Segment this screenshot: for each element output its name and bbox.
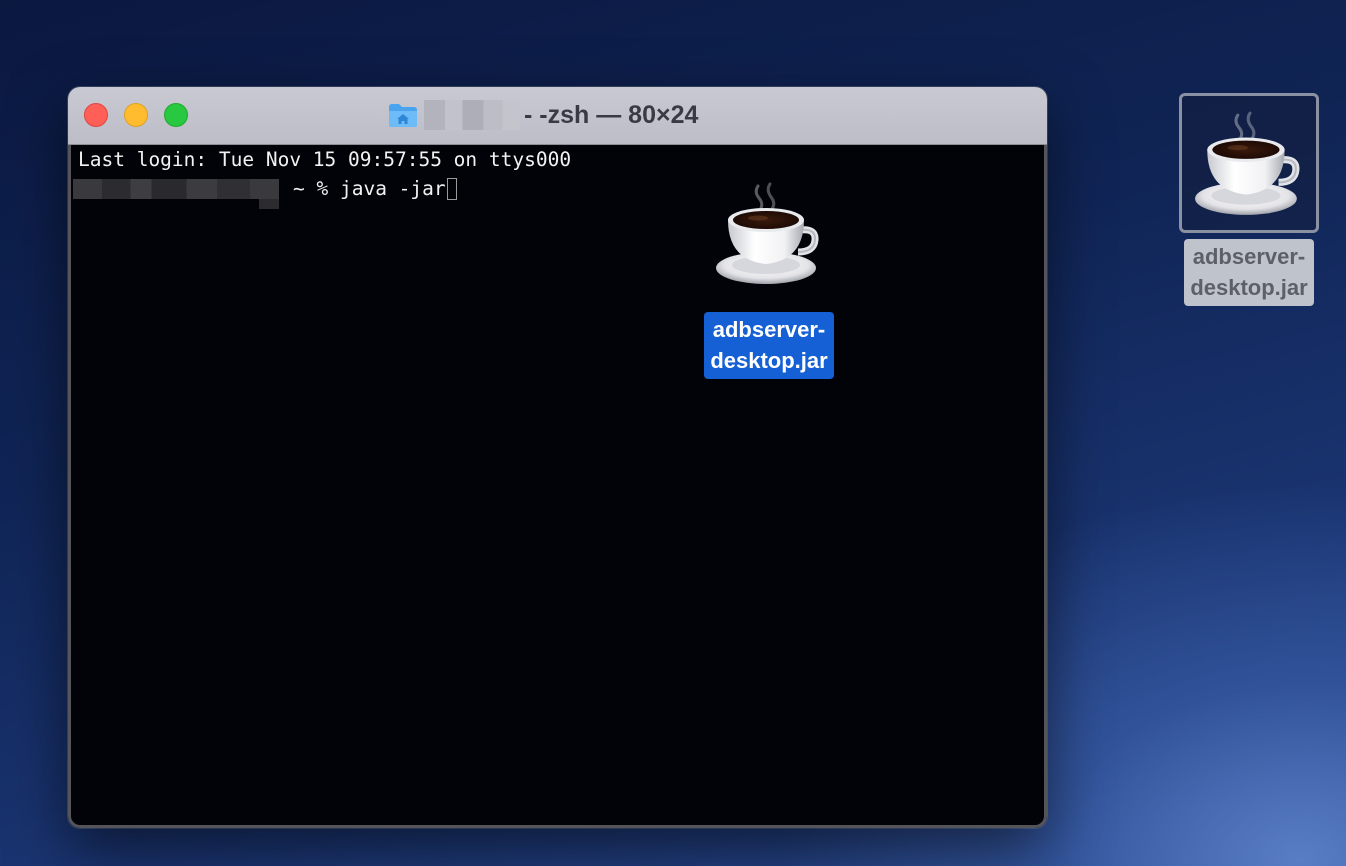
home-folder-icon [389, 104, 417, 127]
dragged-file-label-line2: desktop.jar [710, 348, 828, 373]
dragged-jar-file[interactable]: adbserver- desktop.jar [694, 178, 844, 379]
window-titlebar[interactable]: - -zsh — 80×24 [68, 87, 1047, 145]
desktop-file-icon-frame[interactable] [1179, 93, 1319, 233]
last-login-line: Last login: Tue Nov 15 09:57:55 on ttys0… [78, 148, 572, 171]
java-coffee-cup-icon [714, 178, 824, 288]
window-title: - -zsh — 80×24 [388, 99, 698, 131]
zoom-button[interactable] [164, 103, 188, 127]
text-cursor [446, 178, 457, 200]
command-text: java -jar [328, 177, 446, 200]
java-coffee-cup-icon [1193, 107, 1305, 219]
window-title-text: - -zsh — 80×24 [524, 100, 699, 129]
prompt-symbol: ~ % [293, 177, 329, 200]
desktop-file-label[interactable]: adbserver- desktop.jar [1184, 239, 1314, 306]
desktop-file-label-line1: adbserver- [1192, 244, 1306, 269]
minimize-button[interactable] [124, 103, 148, 127]
prompt-line: ~ % java -jar [73, 176, 457, 209]
redacted-username [424, 100, 520, 130]
close-button[interactable] [84, 103, 108, 127]
redacted-hostname [73, 179, 279, 209]
terminal-window[interactable]: - -zsh — 80×24 Last login: Tue Nov 15 09… [68, 87, 1047, 828]
desktop-jar-file[interactable]: adbserver- desktop.jar [1174, 93, 1324, 306]
dragged-file-label: adbserver- desktop.jar [704, 312, 834, 379]
dragged-file-label-line1: adbserver- [712, 317, 826, 342]
desktop-file-label-line2: desktop.jar [1190, 275, 1308, 300]
terminal-output[interactable]: Last login: Tue Nov 15 09:57:55 on ttys0… [68, 145, 1047, 828]
